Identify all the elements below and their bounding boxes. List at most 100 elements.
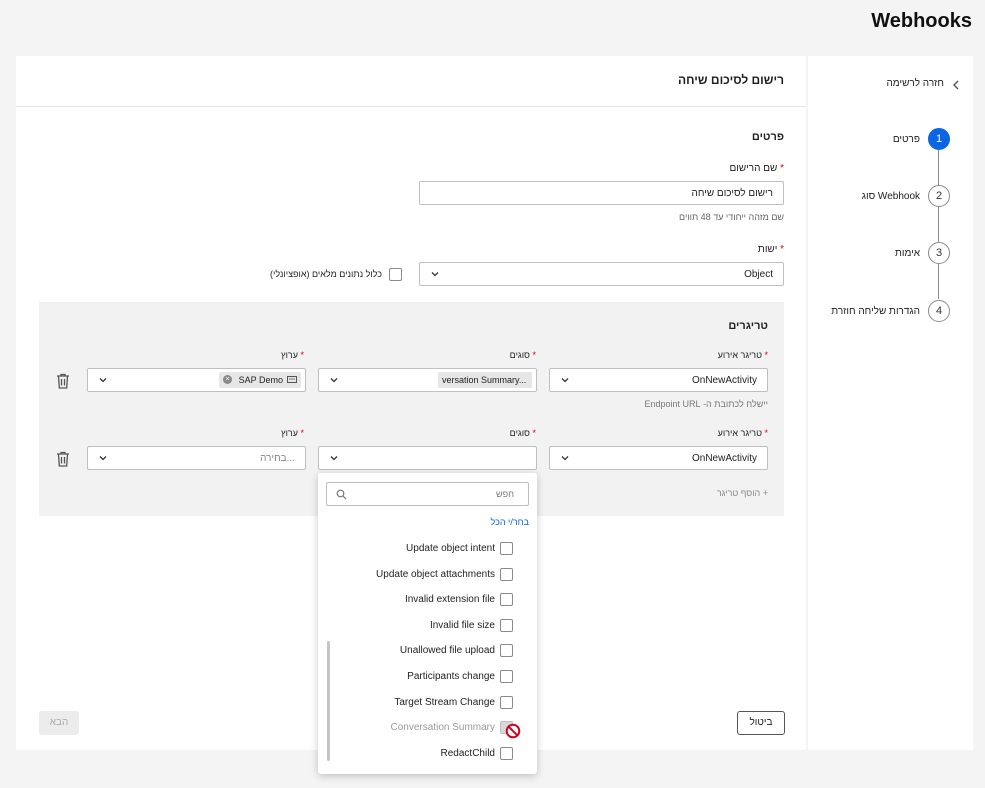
chip-remove-icon[interactable]: × bbox=[223, 375, 232, 384]
trash-icon[interactable] bbox=[56, 451, 70, 467]
input-value: רישום לסיכום שיחה bbox=[691, 188, 773, 199]
option-checkbox[interactable] bbox=[500, 644, 513, 657]
step-number: 2 bbox=[928, 185, 950, 207]
chip-label: versation Summary... bbox=[442, 375, 527, 385]
dropdown-scrollbar[interactable] bbox=[327, 641, 330, 761]
stepper-panel: חזרה לרשימה 1 פרטים 2 סוג Webhook 3 אימו… bbox=[808, 56, 973, 750]
required-mark: * bbox=[780, 244, 784, 255]
dropdown-option[interactable]: Update object intent bbox=[323, 540, 513, 560]
step-label: הגדרות שליחה חוזרת bbox=[831, 306, 920, 317]
dropdown-option-disabled[interactable]: Conversation Summary bbox=[323, 719, 521, 739]
chevron-left-icon bbox=[953, 80, 959, 90]
channel-placeholder: בחירה... bbox=[260, 453, 295, 464]
label-text: ערוץ bbox=[281, 350, 298, 360]
dropdown-option[interactable]: Unallowed file upload bbox=[323, 642, 513, 662]
section-title: פרטים bbox=[751, 131, 784, 143]
channel-label: * ערוץ bbox=[281, 428, 304, 438]
endpoint-note: יישלח לכתובת ה- Endpoint URL bbox=[644, 399, 768, 409]
registration-name-input[interactable]: רישום לסיכום שיחה bbox=[419, 181, 784, 205]
step-connector bbox=[938, 150, 939, 185]
dropdown-option[interactable]: Invalid file size bbox=[323, 617, 513, 637]
channel-multiselect[interactable]: SAP Demo × bbox=[87, 368, 306, 392]
select-all-link[interactable]: בחר/י הכל bbox=[491, 517, 529, 527]
step-connector bbox=[938, 207, 939, 242]
chevron-down-icon bbox=[561, 456, 569, 461]
option-checkbox[interactable] bbox=[500, 747, 513, 760]
option-label: Unallowed file upload bbox=[399, 645, 495, 656]
chevron-down-icon bbox=[431, 272, 439, 277]
option-checkbox[interactable] bbox=[500, 593, 513, 606]
channel-chip: SAP Demo × bbox=[219, 372, 301, 388]
required-mark: * bbox=[300, 350, 304, 360]
option-label: Conversation Summary bbox=[390, 722, 495, 733]
search-icon bbox=[336, 489, 347, 500]
label-text: סוגים bbox=[509, 428, 530, 438]
option-checkbox[interactable] bbox=[500, 542, 513, 555]
back-to-list-link[interactable]: חזרה לרשימה bbox=[828, 78, 959, 92]
option-label: RedactChild bbox=[440, 748, 495, 759]
label-text: טריגר אירוע bbox=[717, 350, 762, 360]
channel-label: * ערוץ bbox=[281, 350, 304, 360]
entity-select[interactable]: Object bbox=[419, 262, 784, 286]
triggers-title: טריגרים bbox=[728, 320, 768, 332]
label-text: ישות bbox=[757, 244, 778, 255]
option-label: Invalid extension file bbox=[404, 594, 495, 605]
option-label: Target Stream Change bbox=[394, 697, 495, 708]
add-trigger-button[interactable]: + הוסף טריגר bbox=[717, 488, 768, 498]
types-label: * סוגים bbox=[510, 350, 536, 360]
event-trigger-select[interactable]: OnNewActivity bbox=[549, 368, 768, 392]
form-header: רישום לסיכום שיחה bbox=[678, 73, 784, 87]
dropdown-option[interactable]: Update object attachments bbox=[323, 566, 513, 586]
option-checkbox[interactable] bbox=[500, 696, 513, 709]
step-number: 1 bbox=[928, 128, 950, 150]
trash-icon[interactable] bbox=[56, 373, 70, 389]
step-connector bbox=[938, 264, 939, 299]
registration-name-label: * שם הרישום bbox=[729, 163, 784, 174]
option-checkbox[interactable] bbox=[500, 619, 513, 632]
types-multiselect[interactable] bbox=[318, 446, 537, 470]
event-trigger-select[interactable]: OnNewActivity bbox=[549, 446, 768, 470]
entity-label: * ישות bbox=[758, 244, 784, 255]
full-data-label: כלול נתונים מלאים (אופציונלי) bbox=[270, 269, 382, 279]
channel-multiselect[interactable]: בחירה... bbox=[87, 446, 306, 470]
cancel-button[interactable]: ביטול bbox=[737, 711, 785, 735]
types-chip: versation Summary... bbox=[438, 372, 532, 388]
label-text: שם הרישום bbox=[729, 163, 778, 174]
label-text: טריגר אירוע bbox=[717, 428, 762, 438]
types-dropdown: חפש בחר/י הכל Update object intent Updat… bbox=[318, 473, 537, 774]
step-label: פרטים bbox=[892, 134, 920, 145]
option-checkbox[interactable] bbox=[500, 568, 513, 581]
full-data-checkbox[interactable] bbox=[389, 268, 402, 281]
step-number: 3 bbox=[928, 242, 950, 264]
select-value: OnNewActivity bbox=[691, 453, 757, 464]
required-mark: * bbox=[764, 350, 768, 360]
chevron-down-icon bbox=[330, 456, 338, 461]
step-number: 4 bbox=[928, 300, 950, 322]
dropdown-option[interactable]: Participants change bbox=[323, 668, 513, 688]
label-text: ערוץ bbox=[281, 428, 298, 438]
required-mark: * bbox=[300, 428, 304, 438]
chevron-down-icon bbox=[330, 378, 338, 383]
chevron-down-icon bbox=[99, 378, 107, 383]
chip-label: SAP Demo bbox=[238, 375, 283, 385]
option-checkbox[interactable] bbox=[500, 670, 513, 683]
step-label: אימות bbox=[894, 248, 920, 259]
search-placeholder: חפש bbox=[496, 489, 514, 499]
required-mark: * bbox=[532, 350, 536, 360]
step-label: סוג Webhook bbox=[861, 191, 920, 202]
event-trigger-label: * טריגר אירוע bbox=[718, 428, 768, 438]
types-multiselect[interactable]: versation Summary... bbox=[318, 368, 537, 392]
registration-name-hint: שם מזהה ייחודי עד 48 תווים bbox=[679, 212, 784, 222]
dropdown-option[interactable]: Target Stream Change bbox=[323, 694, 513, 714]
label-text: סוגים bbox=[509, 350, 530, 360]
event-trigger-label: * טריגר אירוע bbox=[718, 350, 768, 360]
back-label: חזרה לרשימה bbox=[886, 78, 944, 89]
select-value: OnNewActivity bbox=[691, 375, 757, 386]
dropdown-search-input[interactable]: חפש bbox=[326, 482, 529, 506]
chat-icon bbox=[287, 376, 297, 383]
dropdown-option[interactable]: Invalid extension file bbox=[323, 591, 513, 611]
option-label: Update object intent bbox=[406, 543, 495, 554]
next-button[interactable]: הבא bbox=[39, 711, 79, 735]
dropdown-option[interactable]: RedactChild bbox=[323, 745, 513, 765]
option-label: Invalid file size bbox=[429, 620, 495, 631]
